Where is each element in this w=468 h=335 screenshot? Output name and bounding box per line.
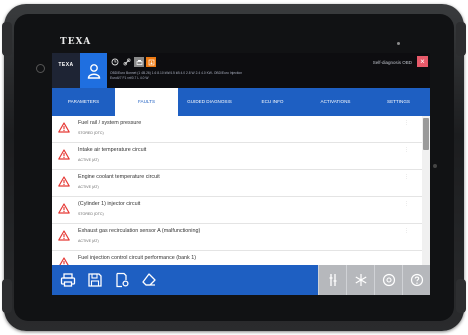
fault-title: Engine coolant temperature circuit bbox=[78, 174, 160, 180]
toolbar-left-group bbox=[58, 270, 159, 290]
bumper bbox=[456, 22, 466, 56]
bumper bbox=[2, 279, 12, 313]
tools-icon[interactable] bbox=[318, 265, 346, 295]
toolbar-right-group bbox=[318, 265, 430, 295]
more-icon[interactable]: ⋮ bbox=[404, 174, 409, 180]
more-icon[interactable]: ⋮ bbox=[404, 228, 409, 234]
fault-status: ACTIVE (AT) bbox=[78, 185, 99, 189]
tab-settings[interactable]: SETTINGS bbox=[367, 88, 430, 116]
tab-bar: PARAMETERS FAULTS GUIDED DIAGNOSIS ECU I… bbox=[52, 88, 430, 116]
export-orange-icon[interactable] bbox=[146, 57, 156, 67]
vehicle-info: OBD/Euro Bonnet (1 4B.26) 1.6 8.10 kW/4.… bbox=[110, 71, 360, 81]
user-icon bbox=[87, 63, 100, 79]
scrollbar-thumb[interactable] bbox=[423, 118, 429, 150]
fault-row[interactable]: Engine coolant temperature circuit ACTIV… bbox=[52, 170, 422, 197]
vehicle-info-line: Euro6/7 F1 vrt/0.7 L 4.0 W bbox=[110, 76, 149, 80]
print-grey-icon[interactable] bbox=[134, 57, 144, 67]
question-icon[interactable] bbox=[402, 265, 430, 295]
sensor-icon bbox=[433, 164, 437, 168]
warning-triangle-icon bbox=[58, 176, 70, 187]
window-title: Self-diagnosis OBD bbox=[372, 60, 412, 65]
fault-status: STORED (DTC) bbox=[78, 131, 104, 135]
link-icon[interactable] bbox=[122, 57, 132, 67]
fault-list: Fuel rail / system pressure STORED (DTC)… bbox=[52, 116, 422, 265]
help-icon[interactable] bbox=[374, 265, 402, 295]
top-bar: TEXA OBD/Euro Bonnet (1 4B.26) 1.6 8.10 … bbox=[52, 53, 430, 88]
bumper bbox=[2, 22, 12, 56]
fault-row[interactable]: (Cylinder 1) injector circuit STORED (DT… bbox=[52, 197, 422, 224]
fault-status: ACTIVE (AT) bbox=[78, 158, 99, 162]
fault-status: ACTIVE (AT) bbox=[78, 239, 99, 243]
document-settings-icon[interactable] bbox=[112, 270, 132, 290]
sensor-icon bbox=[36, 64, 45, 73]
warning-triangle-icon bbox=[59, 257, 69, 265]
more-icon[interactable]: ⋮ bbox=[404, 120, 409, 126]
tab-guided-diagnosis[interactable]: GUIDED DIAGNOSIS bbox=[178, 88, 241, 116]
save-icon[interactable] bbox=[85, 270, 105, 290]
fault-row[interactable]: Fuel rail / system pressure STORED (DTC)… bbox=[52, 116, 422, 143]
fault-status: STORED (DTC) bbox=[78, 212, 104, 216]
tab-ecu-info[interactable]: ECU INFO bbox=[241, 88, 304, 116]
fault-title: Fuel rail / system pressure bbox=[78, 120, 142, 126]
tab-parameters[interactable]: PARAMETERS bbox=[52, 88, 115, 116]
snowflake-icon[interactable] bbox=[346, 265, 374, 295]
bumper bbox=[456, 279, 466, 313]
print-icon[interactable] bbox=[58, 270, 78, 290]
close-button[interactable]: × bbox=[417, 56, 428, 67]
more-icon[interactable]: ⋮ bbox=[404, 201, 409, 207]
clock-icon[interactable] bbox=[110, 57, 120, 67]
fault-title: Intake air temperature circuit bbox=[78, 147, 147, 153]
app-screen: TEXA OBD/Euro Bonnet (1 4B.26) 1.6 8.10 … bbox=[52, 53, 430, 295]
list-scrollbar[interactable] bbox=[422, 116, 430, 265]
tab-activations[interactable]: ACTIVATIONS bbox=[304, 88, 367, 116]
device-brand: TEXA bbox=[60, 37, 92, 47]
app-logo: TEXA bbox=[52, 53, 80, 88]
fault-title: (Cylinder 1) injector circuit bbox=[78, 201, 141, 207]
warning-triangle-icon bbox=[58, 122, 70, 133]
camera-icon bbox=[397, 42, 400, 45]
warning-triangle-icon bbox=[58, 230, 70, 241]
fault-row[interactable]: Exhaust gas recirculation sensor A (malf… bbox=[52, 224, 422, 251]
fault-row[interactable]: Fuel injection control circuit performan… bbox=[52, 251, 422, 265]
top-icon-group bbox=[110, 57, 156, 67]
warning-triangle-icon bbox=[58, 203, 70, 214]
warning-triangle-icon bbox=[58, 149, 70, 160]
tab-faults[interactable]: FAULTS bbox=[115, 88, 178, 116]
eraser-icon[interactable] bbox=[139, 270, 159, 290]
user-button[interactable] bbox=[80, 53, 107, 88]
fault-title: Fuel injection control circuit performan… bbox=[78, 255, 197, 261]
bottom-toolbar bbox=[52, 265, 430, 295]
more-icon[interactable]: ⋮ bbox=[404, 147, 409, 153]
fault-title: Exhaust gas recirculation sensor A (malf… bbox=[78, 228, 201, 234]
fault-row[interactable]: Intake air temperature circuit ACTIVE (A… bbox=[52, 143, 422, 170]
